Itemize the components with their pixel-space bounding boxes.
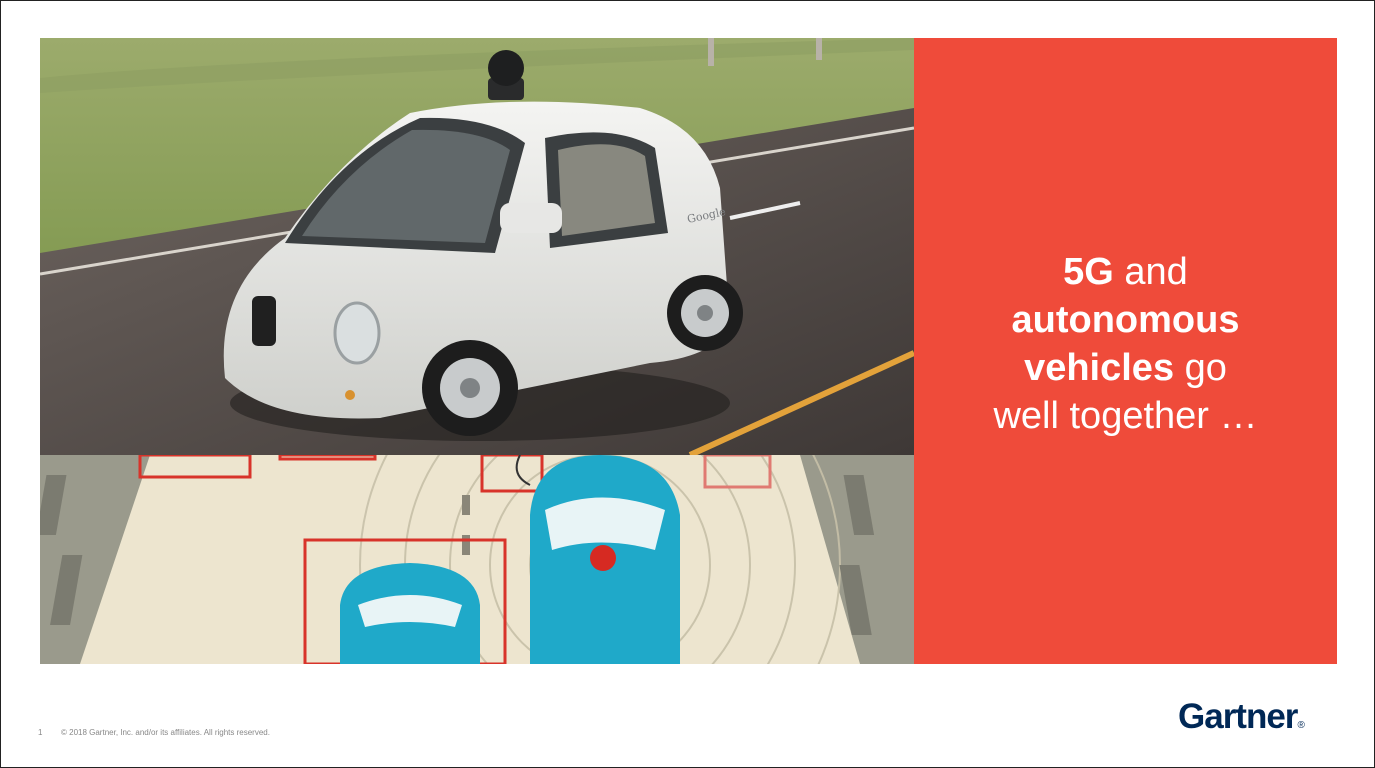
headline-vehicles: vehicles <box>1024 347 1175 389</box>
page-number: 1 <box>38 728 43 737</box>
autonomous-traffic-illustration <box>40 455 914 664</box>
headline-5g: 5G <box>1063 251 1114 293</box>
self-driving-car-photo: Google <box>40 38 914 455</box>
logo-text: Gartner <box>1178 697 1298 736</box>
slide-headline: 5G and autonomous vehicles go well togeth… <box>914 248 1337 440</box>
headline-autonomous: autonomous <box>1011 299 1240 341</box>
headline-and: and <box>1113 251 1188 293</box>
gartner-logo: Gartner® <box>1178 697 1305 737</box>
slide: Google 5G and autonomous vehicles go wel… <box>0 0 1375 768</box>
copyright-notice: © 2018 Gartner, Inc. and/or its affiliat… <box>61 728 270 737</box>
headline-panel: 5G and autonomous vehicles go well togeth… <box>914 38 1337 664</box>
registered-mark: ® <box>1297 720 1305 731</box>
